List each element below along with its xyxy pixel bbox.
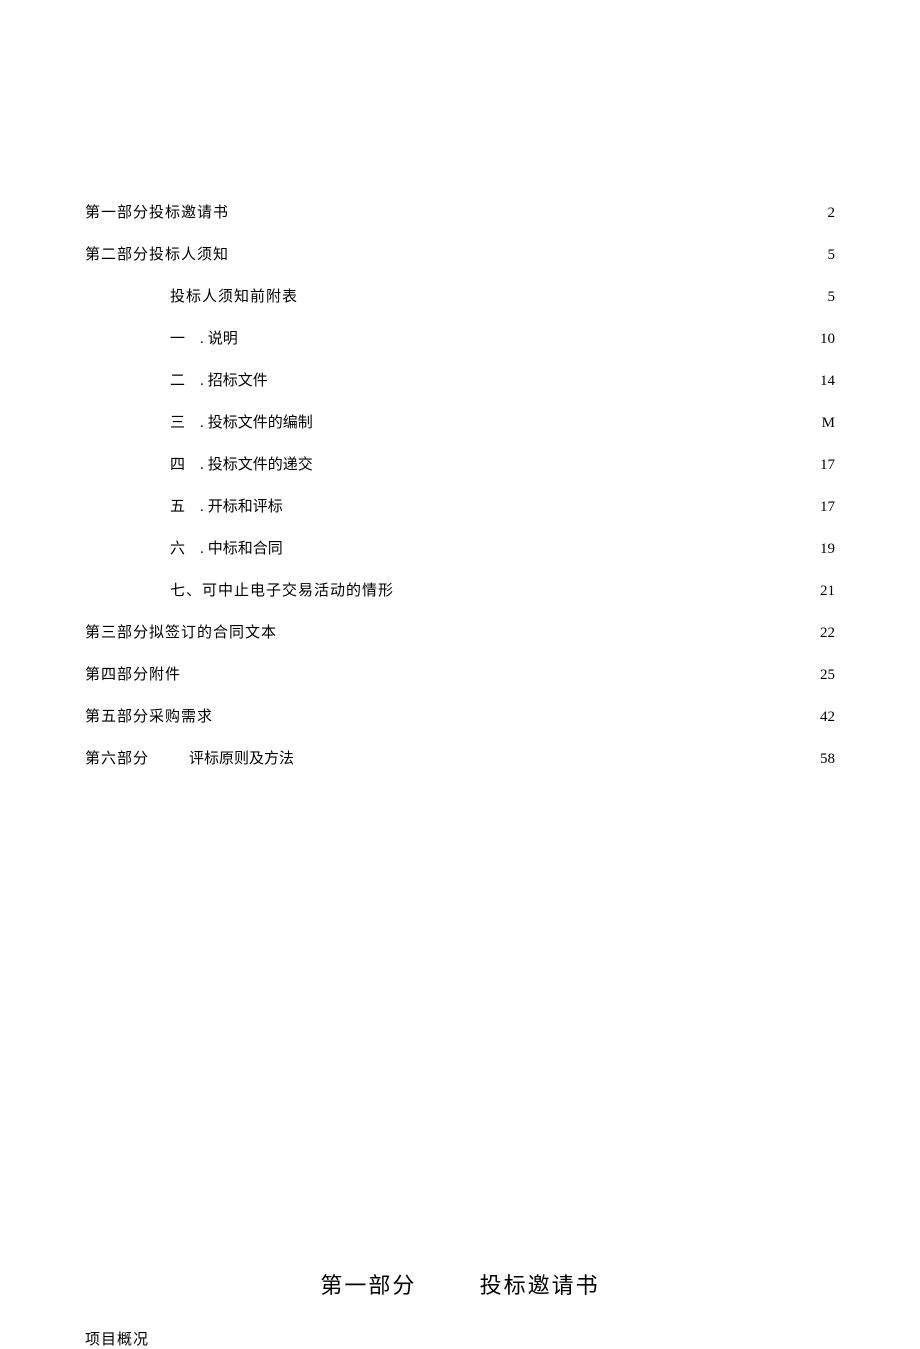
toc-entry: 投标人须知前附表 5 bbox=[85, 284, 835, 311]
toc-entry-label: 第五部分采购需求 bbox=[85, 704, 213, 731]
toc-entry-page: 25 bbox=[815, 662, 835, 689]
toc-entry-page: 21 bbox=[815, 578, 835, 605]
toc-entry-page: 17 bbox=[815, 494, 835, 521]
toc-entry: 七、可中止电子交易活动的情形 21 bbox=[85, 578, 835, 605]
toc-entry: 二.招标文件 14 bbox=[85, 368, 835, 395]
toc-entry-page: 22 bbox=[815, 620, 835, 647]
toc-entry-label: 第六部分 bbox=[85, 746, 149, 773]
toc-entry: 五.开标和评标 17 bbox=[85, 494, 835, 521]
toc-entry-page: 58 bbox=[815, 746, 835, 773]
toc-entry-number: 二 bbox=[170, 368, 200, 395]
toc-entry-label: 第二部分投标人须知 bbox=[85, 242, 335, 269]
toc-entry: 第六部分 评标原则及方法 58 bbox=[85, 746, 835, 773]
section-title: 投标邀请书 bbox=[480, 1273, 600, 1298]
toc-entry-page: M bbox=[815, 410, 835, 437]
toc-entry-page: 14 bbox=[815, 368, 835, 395]
toc-entry: 第三部分拟签订的合同文本 22 bbox=[85, 620, 835, 647]
toc-entry-dot: . bbox=[200, 410, 204, 437]
toc-entry-title: 中标和合同 bbox=[208, 536, 283, 563]
toc-entry: 第二部分投标人须知 5 bbox=[85, 242, 835, 269]
toc-entry-label: 投标人须知前附表 bbox=[170, 284, 298, 311]
page-content: 第一部分投标邀请书2第二部分投标人须知5投标人须知前附表5一.说明10二.招标文… bbox=[0, 0, 920, 1349]
toc-entry-page: 19 bbox=[815, 536, 835, 563]
toc-entry: 三.投标文件的编制 M bbox=[85, 410, 835, 437]
toc-entry-page: 17 bbox=[815, 452, 835, 479]
toc-entry-page: 5 bbox=[815, 242, 835, 269]
toc-entry-page: 42 bbox=[815, 704, 835, 731]
toc-entry-label: 第三部分拟签订的合同文本 bbox=[85, 620, 277, 647]
toc-entry: 第一部分投标邀请书 2 bbox=[85, 200, 835, 227]
toc-entry-label: 七、可中止电子交易活动的情形 bbox=[170, 578, 394, 605]
toc-entry-label: 第四部分附件 bbox=[85, 662, 181, 689]
section-part-label: 第一部分 bbox=[320, 1268, 416, 1300]
toc-entry-page: 5 bbox=[815, 284, 835, 311]
subheading: 项目概况 bbox=[85, 1328, 835, 1349]
toc-entry-dot: . bbox=[200, 494, 204, 521]
toc-entry-title: 招标文件 bbox=[208, 368, 268, 395]
toc-entry-title: 投标文件的递交 bbox=[208, 452, 313, 479]
toc-entry-page: 2 bbox=[815, 200, 835, 227]
toc-entry: 六.中标和合同 19 bbox=[85, 536, 835, 563]
toc-entry-title: 说明 bbox=[208, 326, 238, 353]
toc-entry-label: 第一部分投标邀请书 bbox=[85, 200, 335, 227]
toc-entry-dot: . bbox=[200, 326, 204, 353]
toc-entry: 一.说明 10 bbox=[85, 326, 835, 353]
toc-entry-number: 一 bbox=[170, 326, 200, 353]
toc-entry: 第四部分附件 25 bbox=[85, 662, 835, 689]
section-heading: 第一部分 投标邀请书 bbox=[85, 1268, 835, 1300]
toc-entry-number: 三 bbox=[170, 410, 200, 437]
toc-entry-number: 四 bbox=[170, 452, 200, 479]
toc-entry: 第五部分采购需求 42 bbox=[85, 704, 835, 731]
toc-entry-number: 五 bbox=[170, 494, 200, 521]
toc-entry-dot: . bbox=[200, 452, 204, 479]
table-of-contents: 第一部分投标邀请书2第二部分投标人须知5投标人须知前附表5一.说明10二.招标文… bbox=[85, 200, 835, 773]
toc-entry-title: 评标原则及方法 bbox=[189, 746, 294, 773]
toc-entry-title: 投标文件的编制 bbox=[208, 410, 313, 437]
toc-entry-title: 开标和评标 bbox=[208, 494, 283, 521]
toc-entry-dot: . bbox=[200, 368, 204, 395]
toc-entry-page: 10 bbox=[815, 326, 835, 353]
toc-entry: 四.投标文件的递交 17 bbox=[85, 452, 835, 479]
toc-entry-number: 六 bbox=[170, 536, 200, 563]
toc-entry-dot: . bbox=[200, 536, 204, 563]
